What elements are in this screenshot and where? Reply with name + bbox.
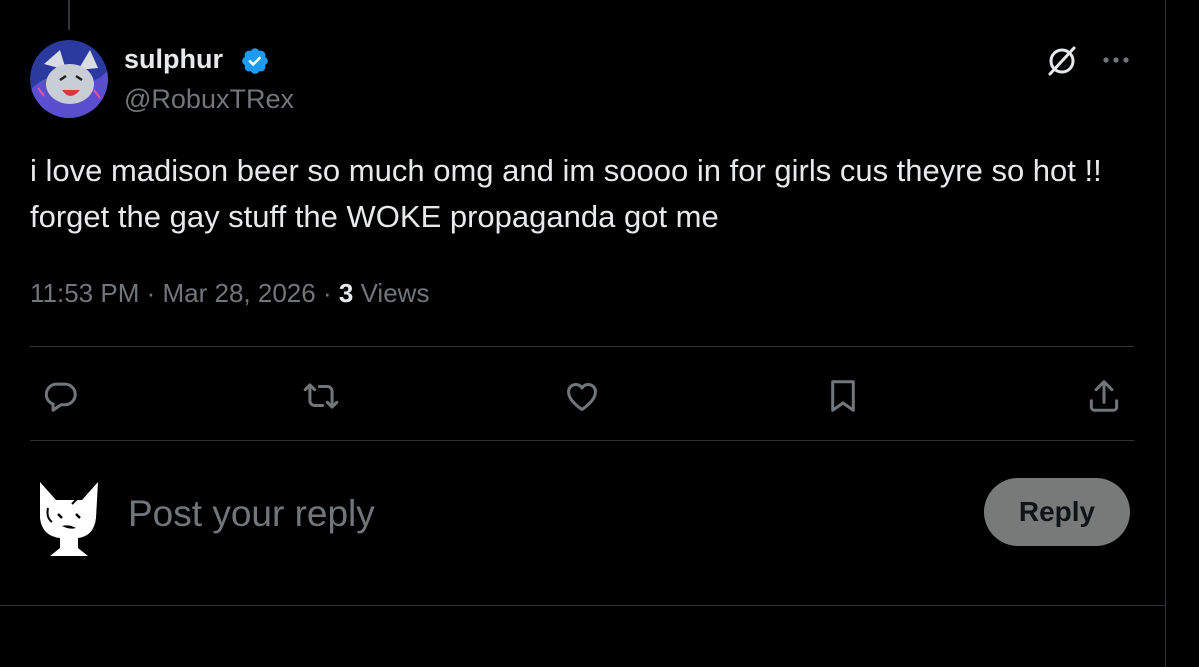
divider <box>0 605 1165 606</box>
post-date[interactable]: Mar 28, 2026 <box>163 278 316 308</box>
bookmark-button[interactable] <box>822 375 864 417</box>
thread-connector-line <box>68 0 70 30</box>
divider <box>30 346 1134 347</box>
grok-icon[interactable] <box>1045 44 1079 78</box>
reply-icon <box>44 382 77 412</box>
author-name[interactable]: sulphur <box>124 44 223 75</box>
meta-separator: · <box>322 278 332 308</box>
share-button[interactable] <box>1083 375 1125 417</box>
views-label: Views <box>360 278 430 308</box>
repost-icon <box>303 383 339 409</box>
author-handle[interactable]: @RobuxTRex <box>124 84 294 115</box>
repost-button[interactable] <box>300 375 342 417</box>
divider <box>30 440 1134 441</box>
like-icon <box>567 383 597 411</box>
current-user-avatar[interactable] <box>32 478 106 558</box>
share-icon <box>1089 380 1119 412</box>
reply-input[interactable] <box>128 488 928 540</box>
bookmark-icon <box>831 380 855 412</box>
post-time[interactable]: 11:53 PM <box>30 278 139 308</box>
author-avatar[interactable] <box>30 40 108 118</box>
column-border <box>1165 0 1166 667</box>
views-count: 3 <box>338 278 354 308</box>
meta-separator: · <box>146 278 156 308</box>
reply-button[interactable] <box>40 375 82 417</box>
reply-submit-button[interactable]: Reply <box>984 478 1130 546</box>
like-button[interactable] <box>561 375 603 417</box>
more-options-icon[interactable] <box>1100 54 1132 66</box>
post-text: i love madison beer so much omg and im s… <box>30 153 1102 234</box>
verified-badge-icon <box>242 48 268 74</box>
post-metadata: 11:53 PM · Mar 28, 2026 · 3 Views <box>30 278 429 309</box>
